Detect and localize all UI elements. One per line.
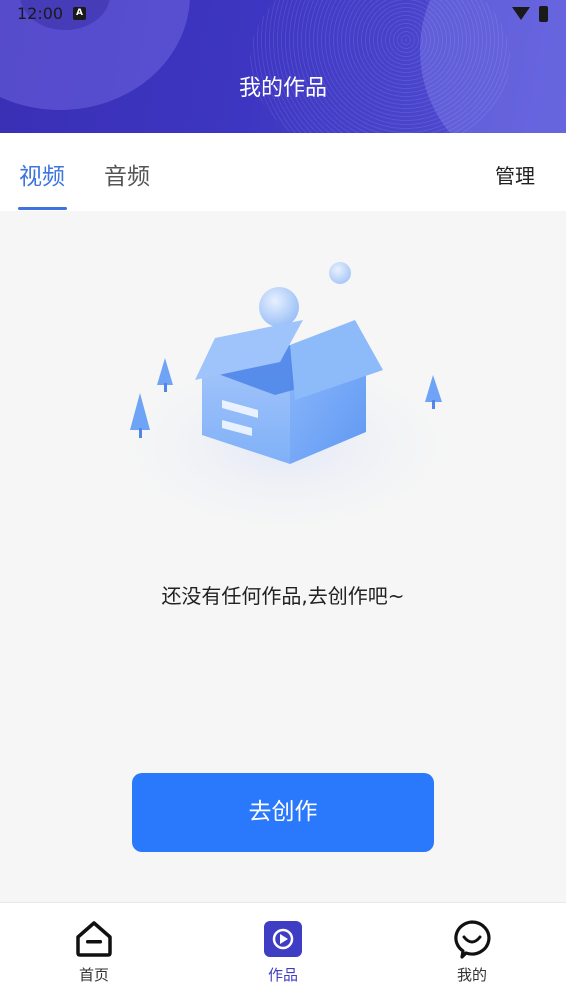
header: 12:00 A 我的作品 (0, 0, 566, 133)
battery-icon (539, 6, 548, 22)
nav-item-works[interactable]: 作品 (223, 903, 343, 1003)
nav-label-works: 作品 (267, 966, 298, 984)
tab-indicator (18, 207, 67, 210)
nav-label-mine: 我的 (456, 966, 487, 984)
smile-face-icon (454, 920, 491, 959)
tab-audio[interactable]: 音频 (104, 157, 150, 191)
nav-item-mine[interactable]: 我的 (412, 903, 532, 1003)
nav-item-home[interactable]: 首页 (34, 903, 154, 1003)
wifi-icon (512, 7, 530, 20)
create-button[interactable]: 去创作 (132, 773, 434, 852)
page-title: 我的作品 (238, 76, 327, 101)
empty-message: 还没有任何作品,去创作吧~ (161, 584, 405, 608)
tab-video[interactable]: 视频 (19, 157, 65, 191)
notification-icon: A (73, 7, 86, 20)
tab-bar: 视频 音频 管理 (0, 133, 566, 211)
status-bar: 12:00 A (0, 0, 566, 30)
play-icon (264, 921, 302, 957)
bottom-nav: 首页 作品 我的 (0, 902, 566, 1006)
home-icon (76, 921, 112, 957)
status-time: 12:00 (17, 4, 64, 23)
empty-box-icon (95, 262, 475, 545)
nav-label-home: 首页 (78, 966, 109, 984)
manage-button[interactable]: 管理 (495, 160, 535, 189)
